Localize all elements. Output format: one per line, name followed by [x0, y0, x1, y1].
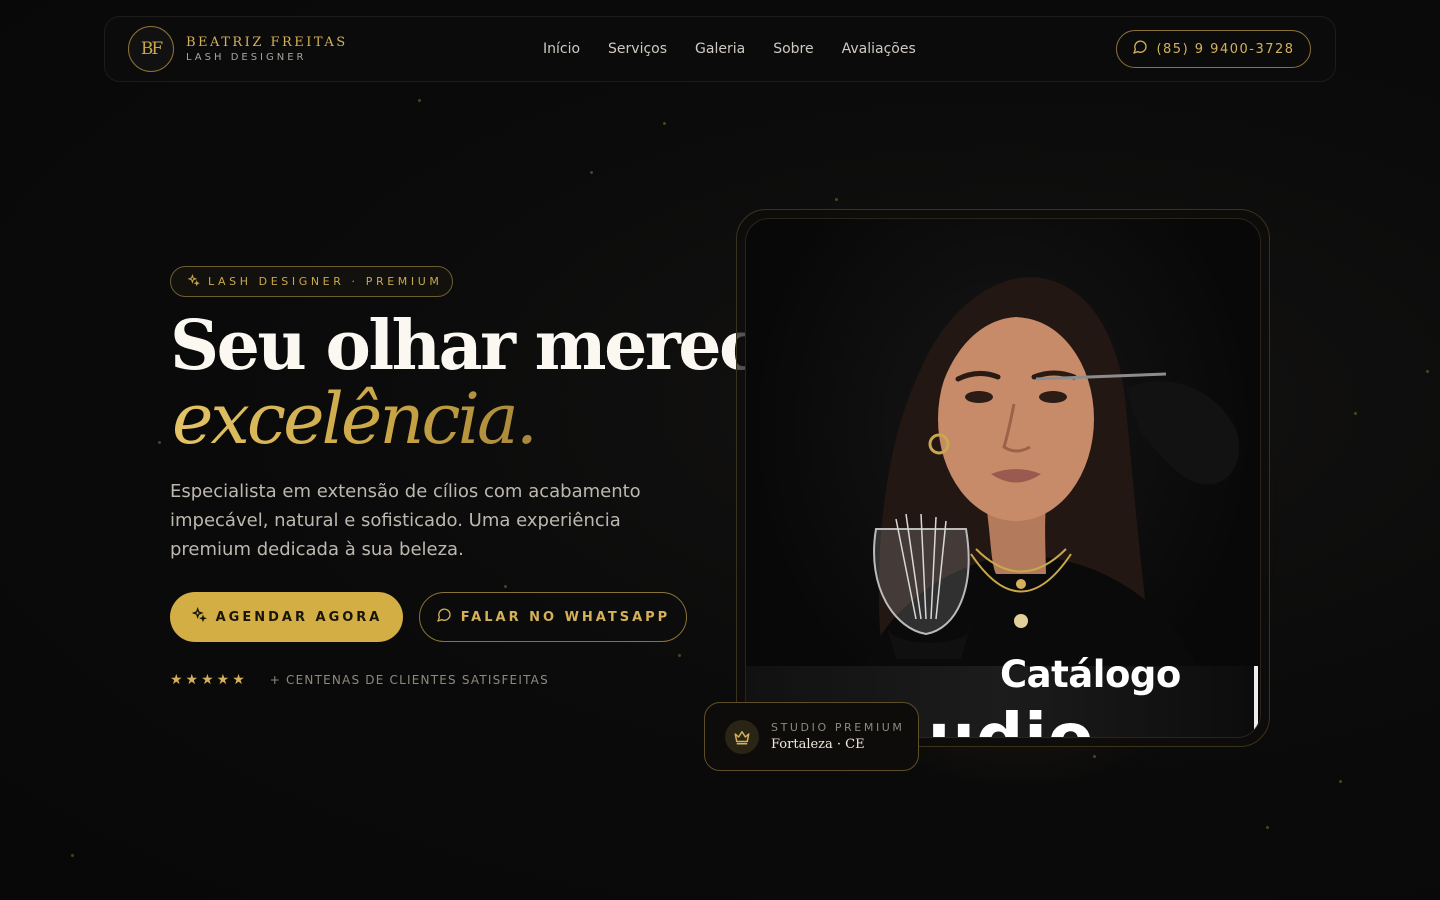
sparkles-icon [187, 273, 200, 290]
ambient-dot [835, 198, 838, 201]
hero-description: Especialista em extensão de cílios com a… [170, 481, 641, 560]
nav-link-servicos[interactable]: Serviços [608, 41, 667, 57]
nav-link-avaliacoes[interactable]: Avaliações [842, 41, 916, 57]
ambient-dot [418, 99, 421, 102]
studio-label: STUDIO PREMIUM [771, 721, 905, 734]
ambient-dot [590, 171, 593, 174]
hero-tag-text: LASH DESIGNER · PREMIUM [208, 275, 443, 288]
nav-link-sobre[interactable]: Sobre [773, 41, 813, 57]
nav-link-inicio[interactable]: Início [543, 41, 580, 57]
ambient-dot [1354, 412, 1357, 415]
star-rating-icons: ★★★★★ [170, 672, 248, 688]
hero-tag-badge: LASH DESIGNER · PREMIUM [170, 266, 453, 297]
phone-whatsapp-button[interactable]: (85) 9 9400-3728 [1116, 30, 1311, 68]
ambient-dot [158, 441, 161, 444]
rating-text: + CENTENAS DE CLIENTES SATISFEITAS [269, 673, 549, 687]
brand[interactable]: BF BEATRIZ FREITAS LASH DESIGNER [128, 26, 348, 72]
studio-location: Fortaleza · CE [771, 737, 865, 752]
top-navbar: BF BEATRIZ FREITAS LASH DESIGNER Início … [104, 16, 1336, 82]
studio-location-card: STUDIO PREMIUM Fortaleza · CE [704, 702, 919, 771]
ambient-dot [504, 585, 507, 588]
hero-title: Seu olhar merece [170, 306, 801, 386]
catalog-title: Catálogo [1000, 653, 1181, 696]
whatsapp-chat-button[interactable]: FALAR NO WHATSAPP [419, 592, 687, 642]
brand-logo: BF [128, 26, 174, 72]
ambient-dot [1266, 826, 1269, 829]
whatsapp-icon [1132, 39, 1148, 59]
studio-text: STUDIO PREMIUM Fortaleza · CE [771, 721, 905, 752]
whatsapp-icon [436, 607, 452, 627]
nav-link-galeria[interactable]: Galeria [695, 41, 745, 57]
hero-title-highlight: excelência. [172, 378, 538, 460]
brand-subtitle: LASH DESIGNER [186, 52, 307, 63]
ambient-dot [663, 122, 666, 125]
brand-text: BEATRIZ FREITAS LASH DESIGNER [186, 35, 348, 63]
rating-row: ★★★★★ + CENTENAS DE CLIENTES SATISFEITAS [170, 672, 549, 688]
hero-portrait-photo: Catálogo udio [745, 218, 1261, 738]
phone-number: (85) 9 9400-3728 [1156, 41, 1295, 57]
book-now-button[interactable]: AGENDAR AGORA [170, 592, 403, 642]
ambient-dot [678, 654, 681, 657]
book-now-label: AGENDAR AGORA [215, 609, 383, 625]
brand-name: BEATRIZ FREITAS [186, 35, 348, 50]
whatsapp-chat-label: FALAR NO WHATSAPP [460, 609, 671, 625]
ambient-dot [1426, 370, 1429, 373]
sparkles-icon [191, 607, 207, 627]
main-menu: Início Serviços Galeria Sobre Avaliações [543, 17, 916, 81]
crown-icon [725, 719, 759, 754]
logo-initials: BF [140, 39, 163, 59]
catalog-big-text: udio [928, 699, 1095, 738]
ambient-dot [1339, 780, 1342, 783]
ambient-dot [71, 854, 74, 857]
